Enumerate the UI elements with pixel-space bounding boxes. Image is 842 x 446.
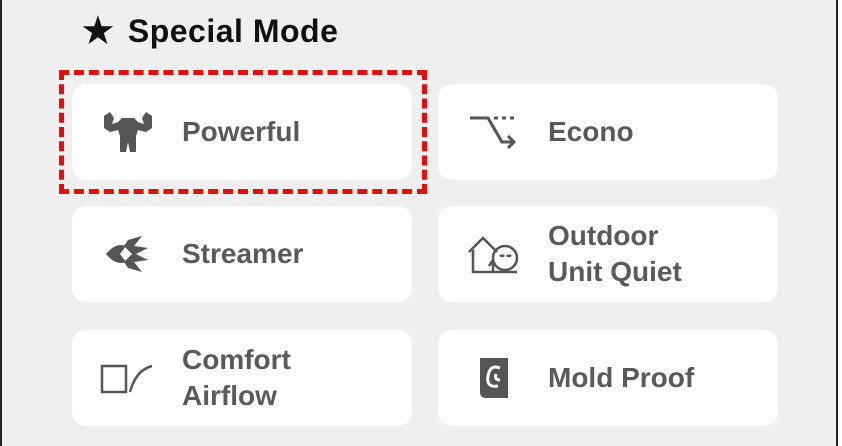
mold-proof-mode-button[interactable]: Mold Proof (438, 330, 778, 426)
streamer-mode-button[interactable]: Streamer (72, 206, 412, 302)
section-title: Special Mode (127, 12, 339, 49)
econo-mode-button[interactable]: Econo (438, 84, 778, 180)
econo-label: Econo (548, 116, 634, 147)
mold-proof-icon (466, 350, 522, 406)
airflow-icon (100, 350, 156, 406)
mold-proof-label: Mold Proof (548, 362, 695, 393)
econo-icon (466, 104, 522, 160)
outdoor-unit-quiet-label: Outdoor Unit Quiet (548, 220, 682, 287)
outdoor-unit-quiet-mode-button[interactable]: Outdoor Unit Quiet (438, 206, 778, 302)
star-icon: ★ (80, 9, 116, 53)
quiet-house-icon (466, 226, 522, 282)
selection-highlight (59, 70, 427, 194)
comfort-airflow-label: Comfort Airflow (182, 344, 291, 411)
comfort-airflow-mode-button[interactable]: Comfort Airflow (72, 330, 412, 426)
streamer-label: Streamer (182, 238, 304, 269)
streamer-icon (100, 226, 156, 282)
special-mode-panel: ★ Special Mode Powerful Econo Streamer O… (0, 0, 838, 446)
section-header: ★ Special Mode (80, 10, 338, 52)
